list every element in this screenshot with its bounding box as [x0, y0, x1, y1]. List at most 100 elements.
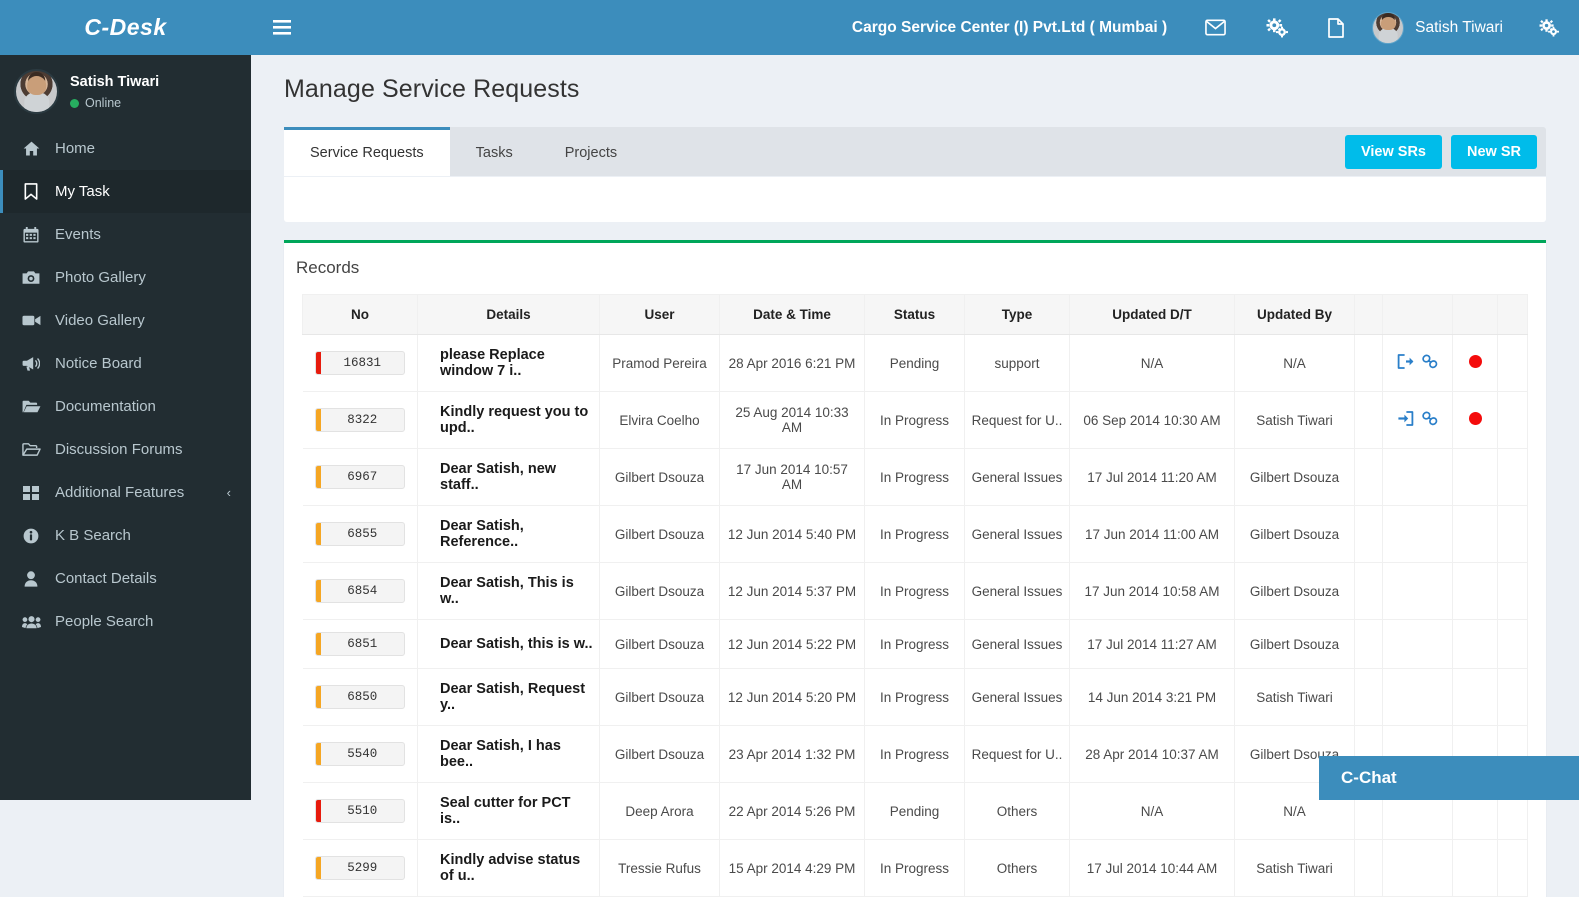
column-header-updated-by: Updated By — [1235, 295, 1355, 335]
sidebar-item-label: Discussion Forums — [55, 441, 183, 458]
cell-user: Gilbert Dsouza — [600, 506, 720, 563]
table-row[interactable]: 16831 please Replace window 7 i.. Pramod… — [303, 335, 1528, 392]
sidebar-user-info: Satish Tiwari Online — [70, 72, 159, 110]
sr-number-pill[interactable]: 8322 — [315, 408, 406, 432]
sr-details-link[interactable]: Dear Satish, This is w.. — [440, 575, 574, 607]
cell-actions — [1383, 669, 1453, 726]
column-header-blank — [1355, 295, 1383, 335]
cell-spacer — [1355, 449, 1383, 506]
sr-number-pill[interactable]: 6967 — [315, 465, 406, 489]
cell-details[interactable]: Dear Satish, this is w.. — [418, 620, 600, 669]
sr-number: 8322 — [321, 409, 405, 431]
c-chat-widget[interactable]: C-Chat — [1319, 756, 1579, 800]
tab-label: Tasks — [476, 145, 513, 161]
menu-icon[interactable] — [251, 20, 309, 35]
link-icon[interactable] — [1421, 411, 1439, 429]
sidebar-item-documentation[interactable]: Documentation — [0, 385, 251, 428]
column-header-label: Updated By — [1257, 307, 1332, 322]
sr-details-link[interactable]: Dear Satish, this is w.. — [440, 636, 593, 652]
topbar-user-name: Satish Tiwari — [1415, 19, 1503, 37]
sidebar-item-video-gallery[interactable]: Video Gallery — [0, 299, 251, 342]
sr-number: 5540 — [321, 743, 405, 765]
settings-cogs-icon[interactable] — [1519, 0, 1579, 55]
sr-number-pill[interactable]: 5510 — [315, 799, 406, 823]
cell-flag — [1453, 563, 1498, 620]
table-row[interactable]: 6855 Dear Satish, Reference.. Gilbert Ds… — [303, 506, 1528, 563]
sr-details-link[interactable]: Dear Satish, new staff.. — [440, 461, 556, 493]
tab-label: Projects — [565, 145, 617, 161]
table-row[interactable]: 5299 Kindly advise status of u.. Tressie… — [303, 840, 1528, 897]
tab-projects[interactable]: Projects — [539, 127, 643, 176]
c-chat-label: C-Chat — [1341, 768, 1397, 788]
cell-no: 8322 — [303, 392, 418, 449]
cell-actions — [1383, 506, 1453, 563]
sr-number-pill[interactable]: 5540 — [315, 742, 406, 766]
view-srs-button[interactable]: View SRs — [1345, 135, 1442, 169]
sr-number-pill[interactable]: 6855 — [315, 522, 406, 546]
table-row[interactable]: 6854 Dear Satish, This is w.. Gilbert Ds… — [303, 563, 1528, 620]
sidebar-item-discussion-forums[interactable]: Discussion Forums — [0, 428, 251, 471]
tab-service-requests[interactable]: Service Requests — [284, 127, 450, 176]
sr-details-link[interactable]: Dear Satish, I has bee.. — [440, 738, 561, 770]
table-row[interactable]: 6967 Dear Satish, new staff.. Gilbert Ds… — [303, 449, 1528, 506]
sr-details-link[interactable]: please Replace window 7 i.. — [440, 347, 545, 379]
cell-end — [1498, 669, 1528, 726]
cell-details[interactable]: Kindly advise status of u.. — [418, 840, 600, 897]
cell-updated-by: Satish Tiwari — [1235, 392, 1355, 449]
cell-no: 5510 — [303, 783, 418, 840]
column-header-blank — [1453, 295, 1498, 335]
cell-spacer — [1355, 669, 1383, 726]
cell-user: Elvira Coelho — [600, 392, 720, 449]
cell-user: Gilbert Dsouza — [600, 620, 720, 669]
table-row[interactable]: 6850 Dear Satish, Request y.. Gilbert Ds… — [303, 669, 1528, 726]
sidebar-item-notice-board[interactable]: Notice Board — [0, 342, 251, 385]
sr-number-pill[interactable]: 5299 — [315, 856, 406, 880]
sr-details-link[interactable]: Dear Satish, Reference.. — [440, 518, 524, 550]
brand-logo[interactable]: C-Desk — [0, 0, 251, 55]
sidebar-item-photo-gallery[interactable]: Photo Gallery — [0, 256, 251, 299]
cell-status: In Progress — [865, 563, 965, 620]
sign-in-icon[interactable] — [1397, 411, 1414, 429]
sr-number-pill[interactable]: 16831 — [315, 351, 406, 375]
sidebar-item-additional-features[interactable]: Additional Features‹ — [0, 471, 251, 514]
sidebar-item-my-task[interactable]: My Task — [0, 170, 251, 213]
sign-out-icon[interactable] — [1397, 354, 1414, 372]
cell-details[interactable]: Seal cutter for PCT is.. — [418, 783, 600, 840]
cell-type: General Issues — [965, 563, 1070, 620]
cell-details[interactable]: please Replace window 7 i.. — [418, 335, 600, 392]
cell-details[interactable]: Kindly request you to upd.. — [418, 392, 600, 449]
sr-details-link[interactable]: Kindly request you to upd.. — [440, 404, 588, 436]
alert-dot-icon[interactable] — [1469, 412, 1482, 425]
cell-details[interactable]: Dear Satish, Reference.. — [418, 506, 600, 563]
envelope-icon[interactable] — [1185, 0, 1246, 55]
sr-number-pill[interactable]: 6851 — [315, 632, 406, 656]
cell-details[interactable]: Dear Satish, Request y.. — [418, 669, 600, 726]
sr-details-link[interactable]: Kindly advise status of u.. — [440, 852, 580, 884]
cell-details[interactable]: Dear Satish, I has bee.. — [418, 726, 600, 783]
cell-details[interactable]: Dear Satish, new staff.. — [418, 449, 600, 506]
cell-actions — [1383, 840, 1453, 897]
sidebar-item-k-b-search[interactable]: K B Search — [0, 514, 251, 557]
sidebar-item-contact-details[interactable]: Contact Details — [0, 557, 251, 600]
link-icon[interactable] — [1421, 354, 1439, 372]
sidebar-item-events[interactable]: Events — [0, 213, 251, 256]
sr-number-pill[interactable]: 6850 — [315, 685, 406, 709]
new-sr-button[interactable]: New SR — [1451, 135, 1537, 169]
table-body: 16831 please Replace window 7 i.. Pramod… — [303, 335, 1528, 897]
chevron-left-icon[interactable]: ‹ — [227, 485, 231, 500]
sr-details-link[interactable]: Dear Satish, Request y.. — [440, 681, 585, 713]
sr-number-pill[interactable]: 6854 — [315, 579, 406, 603]
file-icon[interactable] — [1308, 0, 1364, 55]
topbar-user[interactable]: Satish Tiwari — [1364, 12, 1519, 44]
tab-tasks[interactable]: Tasks — [450, 127, 539, 176]
cell-actions — [1383, 563, 1453, 620]
cell-status: In Progress — [865, 506, 965, 563]
sidebar-item-home[interactable]: Home — [0, 127, 251, 170]
alert-dot-icon[interactable] — [1469, 355, 1482, 368]
table-row[interactable]: 6851 Dear Satish, this is w.. Gilbert Ds… — [303, 620, 1528, 669]
table-row[interactable]: 8322 Kindly request you to upd.. Elvira … — [303, 392, 1528, 449]
sidebar-item-people-search[interactable]: People Search — [0, 600, 251, 643]
cogs-icon[interactable] — [1246, 0, 1308, 55]
cell-details[interactable]: Dear Satish, This is w.. — [418, 563, 600, 620]
sidebar-user-panel[interactable]: Satish Tiwari Online — [0, 55, 251, 127]
